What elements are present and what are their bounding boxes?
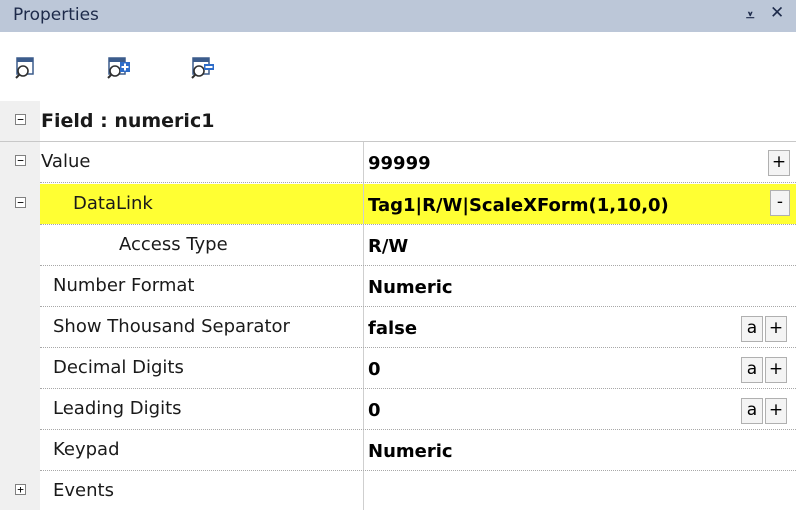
- property-row-value[interactable]: − Value 99999 +: [0, 142, 796, 183]
- auto-button[interactable]: a: [741, 357, 763, 383]
- property-value[interactable]: 0: [368, 400, 381, 421]
- property-name: Leading Digits: [53, 398, 182, 419]
- property-value[interactable]: R/W: [368, 236, 408, 257]
- property-row-thousand-separator[interactable]: Show Thousand Separator false a +: [0, 307, 796, 348]
- property-name: Show Thousand Separator: [53, 316, 290, 337]
- auto-button[interactable]: a: [741, 398, 763, 424]
- collapse-icon[interactable]: −: [15, 155, 26, 166]
- auto-button[interactable]: a: [741, 316, 763, 342]
- property-row-access-type[interactable]: Access Type R/W: [0, 225, 796, 266]
- property-value[interactable]: false: [368, 318, 417, 339]
- property-row-events[interactable]: + Events: [0, 471, 796, 512]
- close-icon[interactable]: ✕: [770, 3, 784, 27]
- property-value[interactable]: Numeric: [368, 277, 453, 298]
- property-name: Decimal Digits: [53, 357, 184, 378]
- property-row-leading-digits[interactable]: Leading Digits 0 a +: [0, 389, 796, 430]
- property-name: Keypad: [53, 439, 120, 460]
- property-row-datalink[interactable]: − DataLink Tag1|R/W|ScaleXForm(1,10,0) -: [0, 184, 796, 225]
- panel-title-bar: Properties ⩡ ✕: [0, 0, 796, 32]
- expand-button[interactable]: +: [765, 398, 787, 424]
- field-group-label: Field : numeric1: [41, 110, 215, 132]
- property-view-icon[interactable]: [14, 56, 42, 80]
- property-row-decimal-digits[interactable]: Decimal Digits 0 a +: [0, 348, 796, 389]
- property-value[interactable]: 99999: [368, 153, 431, 174]
- property-name: Events: [53, 480, 114, 501]
- collapse-icon[interactable]: −: [15, 197, 26, 208]
- property-value[interactable]: Tag1|R/W|ScaleXForm(1,10,0): [368, 195, 669, 216]
- property-name: Number Format: [53, 275, 195, 296]
- pin-icon[interactable]: ⩡: [746, 6, 754, 30]
- property-value[interactable]: Numeric: [368, 441, 453, 462]
- remove-button[interactable]: -: [770, 190, 790, 216]
- property-name: Access Type: [119, 234, 228, 255]
- add-property-icon[interactable]: [106, 56, 134, 80]
- expand-button[interactable]: +: [765, 357, 787, 383]
- collapse-icon[interactable]: −: [15, 114, 26, 125]
- expand-icon[interactable]: +: [15, 484, 26, 495]
- property-row-keypad[interactable]: Keypad Numeric: [0, 430, 796, 471]
- expand-button[interactable]: +: [768, 150, 790, 176]
- remove-property-icon[interactable]: [190, 56, 218, 80]
- property-row-number-format[interactable]: Number Format Numeric: [0, 266, 796, 307]
- panel-title: Properties: [13, 5, 99, 25]
- field-group-header[interactable]: − Field : numeric1: [0, 101, 796, 142]
- expand-button[interactable]: +: [765, 316, 787, 342]
- property-name: Value: [41, 151, 91, 172]
- property-name: DataLink: [73, 193, 153, 214]
- property-value[interactable]: 0: [368, 359, 381, 380]
